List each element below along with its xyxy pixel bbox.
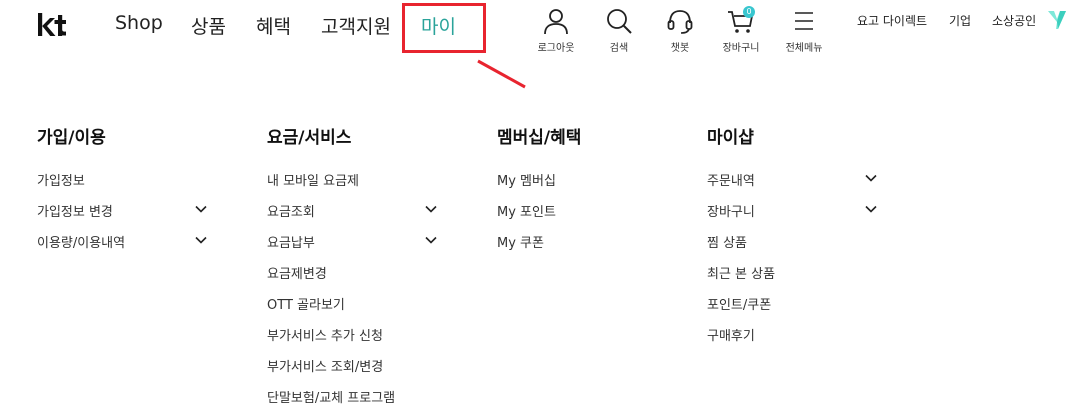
menu-item-label: 요금제변경 [267,267,327,282]
menu-item[interactable]: 최근 본 상품 [707,263,877,294]
menu-list: 가입정보가입정보 변경이용량/이용내역 [37,170,207,263]
menu-item[interactable]: 요금제변경 [267,263,437,294]
column-title: 마이샵 [707,128,754,148]
menu-item-label: 가입정보 변경 [37,205,113,220]
menu-item-label: 요금납부 [267,236,315,251]
menu-item[interactable]: OTT 골라보기 [267,294,437,325]
column-title: 멤버십/혜택 [497,128,582,148]
menu-item-label: 최근 본 상품 [707,267,776,282]
column-title: 요금/서비스 [267,128,352,148]
menu-item[interactable]: 부가서비스 추가 신청 [267,325,437,356]
menu-item-label: 포인트/쿠폰 [707,298,772,313]
nav-benefits[interactable]: 혜택 [256,12,291,39]
search-button[interactable]: 검색 [593,6,645,54]
search-label: 검색 [609,43,629,54]
menu-item[interactable]: 부가서비스 조회/변경 [267,356,437,387]
chevron-down-icon[interactable] [195,205,207,213]
cart-count-badge: 0 [743,6,755,18]
menu-item[interactable]: My 포인트 [497,201,667,232]
menu-item-label: 부가서비스 추가 신청 [267,329,383,344]
search-icon [607,9,632,34]
logout-button[interactable]: 로그아웃 [530,6,582,54]
menu-item-label: My 포인트 [497,205,556,220]
menu-item[interactable]: 장바구니 [707,201,877,232]
nav-shop[interactable]: Shop [115,12,163,34]
menu-item[interactable]: 요금납부 [267,232,437,263]
logout-label: 로그아웃 [537,43,575,54]
menu-list: My 멤버십 My 포인트 My 쿠폰 [497,170,667,263]
menu-item[interactable]: 가입정보 변경 [37,201,207,232]
menu-item-label: 이용량/이용내역 [37,236,126,251]
menu-item-label: 가입정보 [37,174,85,189]
menu-item-label: 내 모바일 요금제 [267,174,359,189]
cart-label: 장바구니 [722,43,760,54]
chatbot-label: 챗봇 [670,43,690,54]
all-menu-label: 전체메뉴 [785,43,823,54]
menu-item[interactable]: 이용량/이용내역 [37,232,207,263]
all-menu-button[interactable]: 전체메뉴 [778,6,830,54]
menu-item[interactable]: 가입정보 [37,170,207,201]
nav-customer-support[interactable]: 고객지원 [321,12,391,39]
chevron-down-icon[interactable] [425,205,437,213]
menu-item-label: 요금조회 [267,205,315,220]
menu-item-label: 부가서비스 조회/변경 [267,360,384,375]
menu-item-label: 장바구니 [707,205,755,220]
menu-item-label: OTT 골라보기 [267,298,345,313]
menu-item[interactable]: 구매후기 [707,325,877,356]
chevron-down-icon[interactable] [865,174,877,182]
yogo-y-logo[interactable] [1046,9,1068,31]
menu-item[interactable]: My 쿠폰 [497,232,667,263]
enterprise-link[interactable]: 기업 [949,12,971,29]
menu-item[interactable]: 찜 상품 [707,232,877,263]
chevron-down-icon[interactable] [195,236,207,244]
menu-list: 내 모바일 요금제요금조회요금납부요금제변경 OTT 골라보기부가서비스 추가 신… [267,170,437,413]
small-business-link[interactable]: 소상공인 [992,12,1036,29]
menu-item-label: 구매후기 [707,329,755,344]
cart-button[interactable]: 0 장바구니 [715,6,767,54]
chevron-down-icon[interactable] [865,205,877,213]
user-icon [544,9,568,35]
headset-icon [667,10,693,34]
chevron-down-icon[interactable] [425,236,437,244]
menu-item[interactable]: 주문내역 [707,170,877,201]
annotation-arrow [477,59,526,89]
menu-item-label: 주문내역 [707,174,755,189]
menu-item[interactable]: 단말보험/교체 프로그램 [267,387,437,413]
menu-item[interactable]: My 멤버십 [497,170,667,201]
column-title: 가입/이용 [37,128,106,148]
menu-item-label: 찜 상품 [707,236,748,251]
menu-column-billing: 요금/서비스 내 모바일 요금제요금조회요금납부요금제변경 OTT 골라보기부가서… [267,123,437,413]
menu-item[interactable]: 요금조회 [267,201,437,232]
highlight-box [402,3,486,53]
kt-logo[interactable] [36,10,70,40]
yogo-direct-link[interactable]: 요고 다이렉트 [857,12,927,29]
menu-item[interactable]: 포인트/쿠폰 [707,294,877,325]
menu-list: 주문내역장바구니찜 상품최근 본 상품포인트/쿠폰구매후기 [707,170,877,356]
menu-column-membership: 멤버십/혜택 My 멤버십 My 포인트 My 쿠폰 [497,123,667,263]
chatbot-button[interactable]: 챗봇 [654,6,706,54]
nav-products[interactable]: 상품 [191,12,226,39]
menu-icon [795,12,813,30]
menu-item-label: 단말보험/교체 프로그램 [267,391,396,406]
menu-item-label: My 멤버십 [497,174,556,189]
menu-item-label: My 쿠폰 [497,236,544,251]
menu-column-subscription: 가입/이용 가입정보가입정보 변경이용량/이용내역 [37,123,207,263]
menu-item[interactable]: 내 모바일 요금제 [267,170,437,201]
menu-column-myshop: 마이샵 주문내역장바구니찜 상품최근 본 상품포인트/쿠폰구매후기 [707,123,877,356]
